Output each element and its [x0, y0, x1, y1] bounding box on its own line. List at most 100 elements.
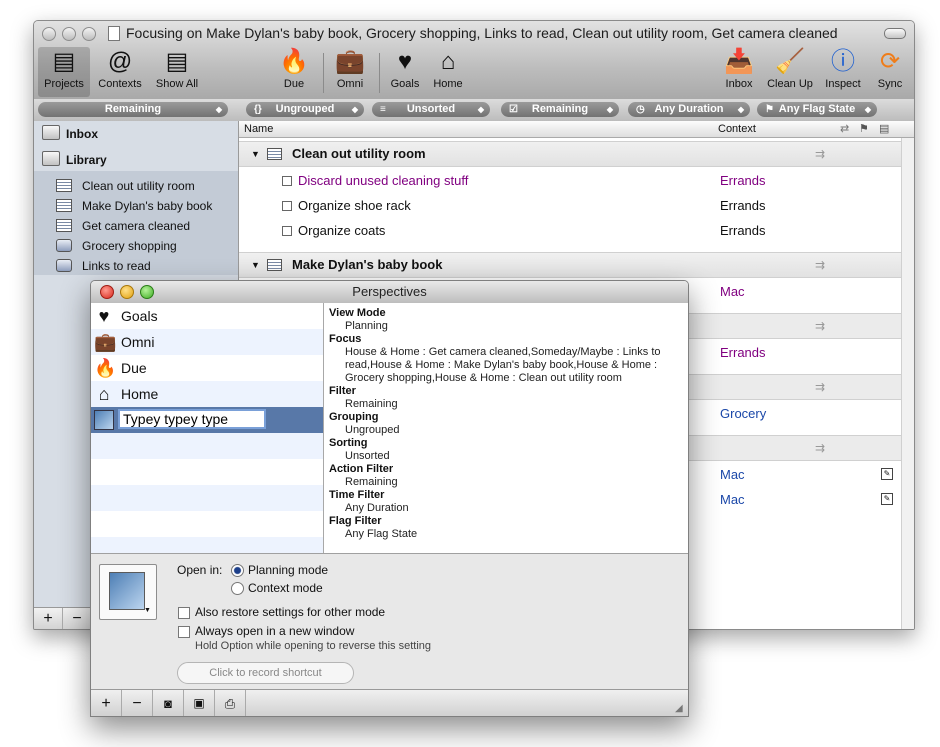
detail-heading: Action Filter [329, 463, 394, 475]
column-action-type-icon[interactable]: ⇄ [840, 121, 849, 137]
column-context[interactable]: Context [718, 121, 756, 137]
minimize-button[interactable] [62, 27, 76, 41]
contexts-button[interactable]: @ Contexts [92, 47, 148, 97]
remove-button[interactable]: − [63, 608, 92, 629]
add-perspective-button[interactable]: + [91, 690, 122, 716]
column-note-icon[interactable]: ▤ [879, 121, 889, 137]
detail-heading: Filter [329, 385, 356, 397]
perspectives-title-bar: Perspectives [91, 281, 688, 304]
detail-value: Remaining [345, 398, 398, 410]
detail-value: House & Home : Get camera cleaned,Someda… [345, 346, 661, 384]
perspective-goals[interactable]: ♥ Goals [91, 303, 323, 329]
projects-button[interactable]: ▤ Projects [38, 47, 90, 97]
action-checkbox[interactable] [282, 201, 292, 211]
column-flag-icon[interactable]: ⚑ [859, 121, 869, 137]
image-icon[interactable]: ▣ [184, 690, 215, 716]
duration-filter-popup[interactable]: ◷ Any Duration ◆ [628, 102, 750, 117]
flag-filter-popup[interactable]: ⚑ Any Flag State ◆ [757, 102, 877, 117]
project-row-clean-out-utility-room[interactable]: ▼ Clean out utility room ⇉ [239, 141, 901, 167]
heart-icon: ♥ [397, 48, 413, 75]
zoom-button[interactable] [82, 27, 96, 41]
camera-icon[interactable]: ◙ [153, 690, 184, 716]
perspective-options: ▼ Open in: Planning mode Context mode Al… [91, 553, 688, 690]
home-perspective-button[interactable]: ⌂ Home [428, 47, 468, 97]
toolbar-toggle-button[interactable] [884, 28, 906, 39]
record-shortcut-button[interactable]: Click to record shortcut [177, 662, 354, 684]
status-filter-popup[interactable]: ☑ Remaining ◆ [501, 102, 619, 117]
always-new-window-label[interactable]: Always open in a new window [195, 624, 354, 638]
perspectives-toolbar: + − ◙ ▣ ⎙ ◢ [91, 689, 688, 716]
heart-icon: ♥ [98, 306, 110, 326]
sidebar-item-get-camera-cleaned[interactable]: Get camera cleaned [56, 216, 190, 236]
clean-up-button[interactable]: 🧹 Clean Up [764, 47, 816, 97]
disclosure-triangle-icon[interactable]: ▼ [251, 142, 260, 166]
show-all-button[interactable]: ▤ Show All [150, 47, 204, 97]
perspectives-title: Perspectives [352, 284, 427, 299]
detail-value: Remaining [345, 476, 398, 488]
fire-icon: 🔥 [94, 358, 117, 378]
also-restore-label[interactable]: Also restore settings for other mode [195, 605, 385, 619]
sync-icon: ⟳ [879, 48, 901, 75]
detail-heading: Grouping [329, 411, 379, 423]
sidebar-item-grocery-shopping[interactable]: Grocery shopping [56, 236, 177, 256]
perspectives-list: ♥ Goals 💼 Omni 🔥 Due ⌂ Home [91, 303, 324, 553]
omni-perspective-button[interactable]: 💼 Omni [328, 47, 372, 97]
note-icon[interactable]: ✎ [881, 493, 893, 505]
perspective-icon-well[interactable]: ▼ [99, 564, 157, 620]
sidebar-filter-popup[interactable]: Remaining ◆ [38, 102, 228, 117]
action-checkbox[interactable] [282, 176, 292, 186]
context-mode-label[interactable]: Context mode [248, 581, 323, 595]
sidebar-item-make-dylans-baby-book[interactable]: Make Dylan's baby book [56, 196, 212, 216]
planning-mode-label[interactable]: Planning mode [248, 563, 328, 577]
column-header: Name Context ⇄ ⚑ ▤ [239, 121, 914, 138]
close-button[interactable] [42, 27, 56, 41]
inbox-button[interactable]: 📥 Inbox [718, 47, 760, 97]
note-icon[interactable]: ✎ [881, 468, 893, 480]
perspective-name-input[interactable] [118, 409, 266, 429]
planning-mode-radio[interactable] [231, 564, 244, 577]
perspective-due[interactable]: 🔥 Due [91, 355, 323, 381]
project-icon [56, 179, 72, 192]
outline-scrollbar[interactable] [901, 138, 914, 629]
parallel-actions-icon: ⇉ [815, 258, 826, 272]
project-row-make-dylans-baby-book[interactable]: ▼ Make Dylan's baby book ⇉ [239, 252, 901, 278]
context-mode-radio[interactable] [231, 582, 244, 595]
detail-value: Any Flag State [345, 528, 418, 540]
goals-perspective-button[interactable]: ♥ Goals [384, 47, 426, 97]
add-button[interactable]: + [34, 608, 63, 629]
action-row[interactable]: Discard unused cleaning stuff Errands [239, 168, 901, 193]
inspect-button[interactable]: ⓘ Inspect [820, 47, 866, 97]
also-restore-checkbox[interactable] [178, 607, 190, 619]
column-name[interactable]: Name [244, 121, 273, 137]
open-in-label: Open in: [177, 563, 223, 577]
action-checkbox[interactable] [282, 226, 292, 236]
sidebar-library[interactable]: Library [42, 149, 107, 171]
parallel-actions-icon: ⇉ [815, 319, 826, 333]
action-row[interactable]: Organize shoe rack Errands [239, 193, 901, 218]
grouping-popup[interactable]: {} Ungrouped ◆ [246, 102, 364, 117]
printer-icon[interactable]: ⎙ [215, 690, 246, 716]
sorting-popup[interactable]: ≡ Unsorted ◆ [372, 102, 490, 117]
disclosure-triangle-icon[interactable]: ▼ [251, 253, 260, 277]
resize-grip-icon[interactable]: ◢ [675, 703, 683, 714]
sidebar-inbox[interactable]: Inbox [42, 123, 98, 145]
popup-arrows-icon: ◆ [606, 105, 613, 114]
single-action-list-icon [56, 239, 72, 252]
chevron-down-icon: ▼ [144, 607, 151, 614]
project-icon [56, 199, 72, 212]
detail-heading: Time Filter [329, 489, 385, 501]
sidebar-item-links-to-read[interactable]: Links to read [56, 256, 151, 276]
action-row[interactable]: Organize coats Errands [239, 218, 901, 243]
remove-perspective-button[interactable]: − [122, 690, 153, 716]
sidebar-item-clean-out-utility-room[interactable]: Clean out utility room [56, 176, 195, 196]
perspective-omni[interactable]: 💼 Omni [91, 329, 323, 355]
toolbar-separator [323, 53, 324, 93]
perspective-home[interactable]: ⌂ Home [91, 381, 323, 407]
due-perspective-button[interactable]: 🔥 Due [272, 47, 316, 97]
perspective-new-selected[interactable] [91, 407, 323, 433]
view-bar: Remaining ◆ {} Ungrouped ◆ ≡ Unsorted ◆ ☑ Rema… [34, 99, 914, 122]
toolbar-separator [379, 53, 380, 93]
sync-button[interactable]: ⟳ Sync [870, 47, 910, 97]
always-new-window-checkbox[interactable] [178, 626, 190, 638]
inbox-icon [42, 125, 60, 140]
